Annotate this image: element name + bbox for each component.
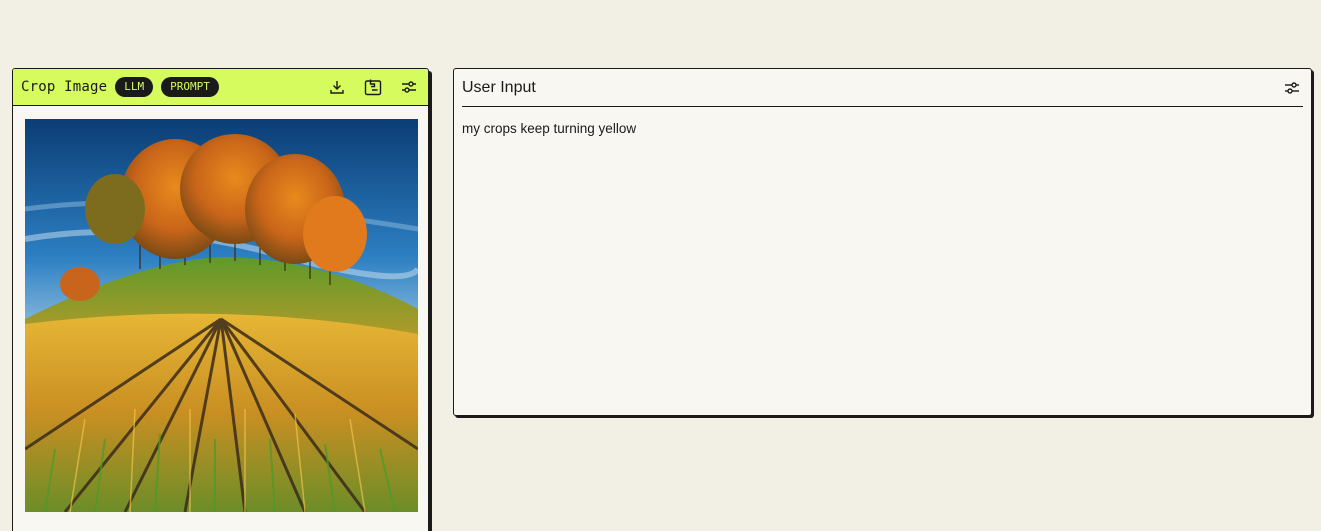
crop-field-illustration	[25, 119, 418, 512]
prompt-badge: PROMPT	[161, 77, 219, 97]
download-button[interactable]	[326, 76, 348, 98]
user-input-title: User Input	[462, 78, 536, 96]
user-input-settings-button[interactable]	[1281, 77, 1303, 99]
llm-badge: LLM	[115, 77, 154, 97]
copy-to-clipboard-icon	[364, 79, 382, 96]
user-input-header: User Input	[462, 69, 1303, 107]
user-input-card: User Input my crops keep turning yellow	[453, 68, 1312, 416]
crop-image-header: Crop Image LLM PROMPT	[13, 69, 428, 106]
settings-sliders-icon	[402, 81, 416, 93]
download-icon	[330, 81, 344, 94]
settings-sliders-icon	[1285, 81, 1299, 94]
crop-field-image	[25, 119, 418, 512]
crop-image-card: Crop Image LLM PROMPT	[12, 68, 429, 531]
settings-button[interactable]	[398, 76, 420, 98]
user-input-text[interactable]: my crops keep turning yellow	[462, 121, 636, 136]
crop-image-title: Crop Image	[21, 79, 108, 95]
app-canvas: Crop Image LLM PROMPT User Input my crop…	[0, 0, 1321, 531]
copy-to-clipboard-button[interactable]	[362, 76, 384, 98]
